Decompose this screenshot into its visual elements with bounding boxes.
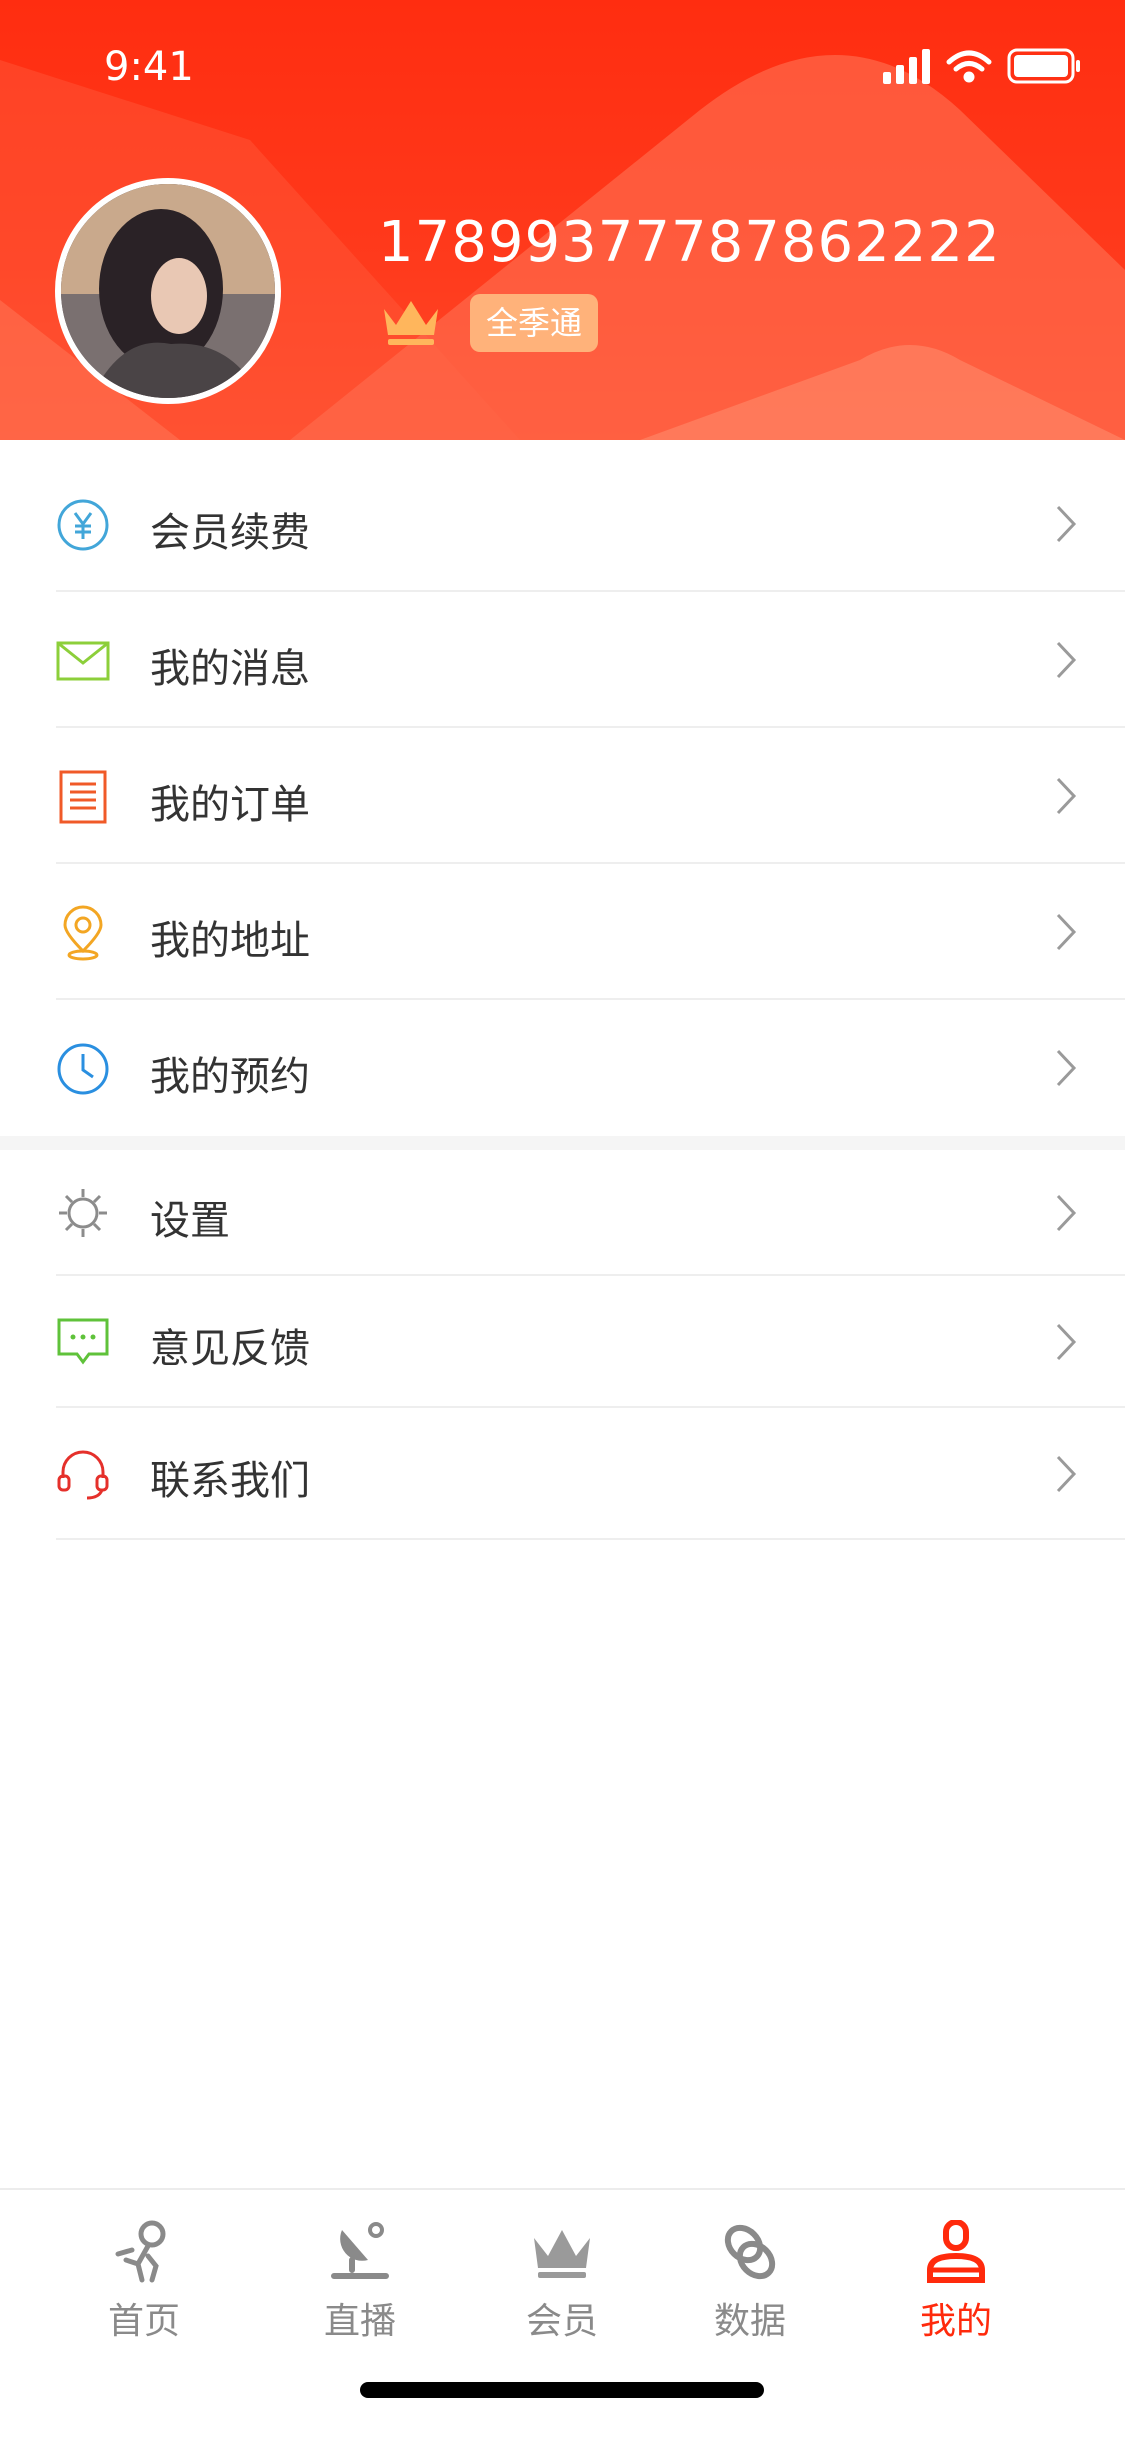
tab-label: 我的 (919, 2301, 992, 2342)
menu-label: 联系我们 (150, 1458, 310, 1504)
signal-icon (883, 49, 930, 84)
chevron-right-icon (1056, 1049, 1077, 1087)
menu-item-settings[interactable]: 设置 (0, 1150, 1125, 1276)
menu-item-feedback[interactable]: 意见反馈 (0, 1276, 1125, 1408)
menu-label: 设置 (150, 1198, 230, 1244)
section-gap (0, 1136, 1125, 1150)
menu-item-messages[interactable]: 我的消息 (0, 592, 1125, 728)
feedback-icon (57, 1318, 109, 1365)
menu-item-contact[interactable]: 联系我们 (0, 1408, 1125, 1540)
chevron-right-icon (1056, 641, 1077, 679)
tab-data[interactable]: 数据 (670, 2220, 830, 2344)
user-icon (927, 2220, 985, 2283)
chevron-right-icon (1056, 1455, 1077, 1493)
chevron-right-icon (1056, 1323, 1077, 1361)
menu-label: 我的预约 (150, 1054, 310, 1100)
battery-icon (1007, 48, 1080, 84)
menu-item-address[interactable]: 我的地址 (0, 864, 1125, 1000)
clock-icon (57, 1043, 109, 1095)
chevron-right-icon (1056, 1194, 1077, 1232)
menu-label: 我的订单 (150, 782, 310, 828)
renew-yen-icon (57, 499, 109, 551)
menu-label: 我的地址 (150, 918, 310, 964)
tab-mine[interactable]: 我的 (876, 2220, 1036, 2344)
divider (56, 1538, 1125, 1540)
mail-icon (56, 641, 110, 681)
tab-live[interactable]: 直播 (280, 2220, 440, 2344)
tab-label: 直播 (323, 2301, 396, 2342)
data-rings-icon (724, 2224, 776, 2280)
tab-label: 会员 (525, 2301, 598, 2342)
tab-home[interactable]: 首页 (64, 2220, 224, 2344)
menu-group-main: 会员续费 我的消息 我的订单 我的地址 我的预约 (0, 456, 1125, 1136)
chevron-right-icon (1056, 777, 1077, 815)
profile-header: 9:41 17899377787862222 全季通 (0, 0, 1125, 440)
tab-bar: 首页 直播 会员 数据 我的 (0, 2188, 1125, 2438)
menu-label: 意见反馈 (150, 1326, 310, 1372)
order-icon (59, 770, 107, 824)
menu-item-orders[interactable]: 我的订单 (0, 728, 1125, 864)
tab-label: 数据 (713, 2301, 786, 2342)
chevron-right-icon (1056, 913, 1077, 951)
avatar[interactable] (55, 178, 281, 404)
live-satellite-icon (331, 2222, 389, 2279)
menu-item-renew[interactable]: 会员续费 (0, 456, 1125, 592)
menu-label: 我的消息 (150, 646, 310, 692)
wifi-icon (946, 50, 992, 83)
home-run-icon (115, 2220, 166, 2283)
user-id: 17899377787862222 (378, 210, 1001, 275)
crown-icon (384, 301, 438, 345)
gear-icon (59, 1189, 107, 1237)
menu-group-secondary: 设置 意见反馈 联系我们 (0, 1150, 1125, 1540)
location-pin-icon (63, 905, 103, 961)
menu-label: 会员续费 (150, 510, 310, 556)
membership-badge: 全季通 (470, 294, 599, 352)
tab-membership[interactable]: 会员 (482, 2220, 642, 2344)
tab-label: 首页 (107, 2301, 180, 2342)
home-indicator (360, 2382, 764, 2398)
crown-icon (534, 2230, 590, 2278)
chevron-right-icon (1056, 505, 1077, 543)
headset-icon (57, 1450, 109, 1500)
menu-item-appointments[interactable]: 我的预约 (0, 1000, 1125, 1136)
status-time: 9:41 (104, 44, 194, 90)
status-icons (883, 44, 1083, 92)
